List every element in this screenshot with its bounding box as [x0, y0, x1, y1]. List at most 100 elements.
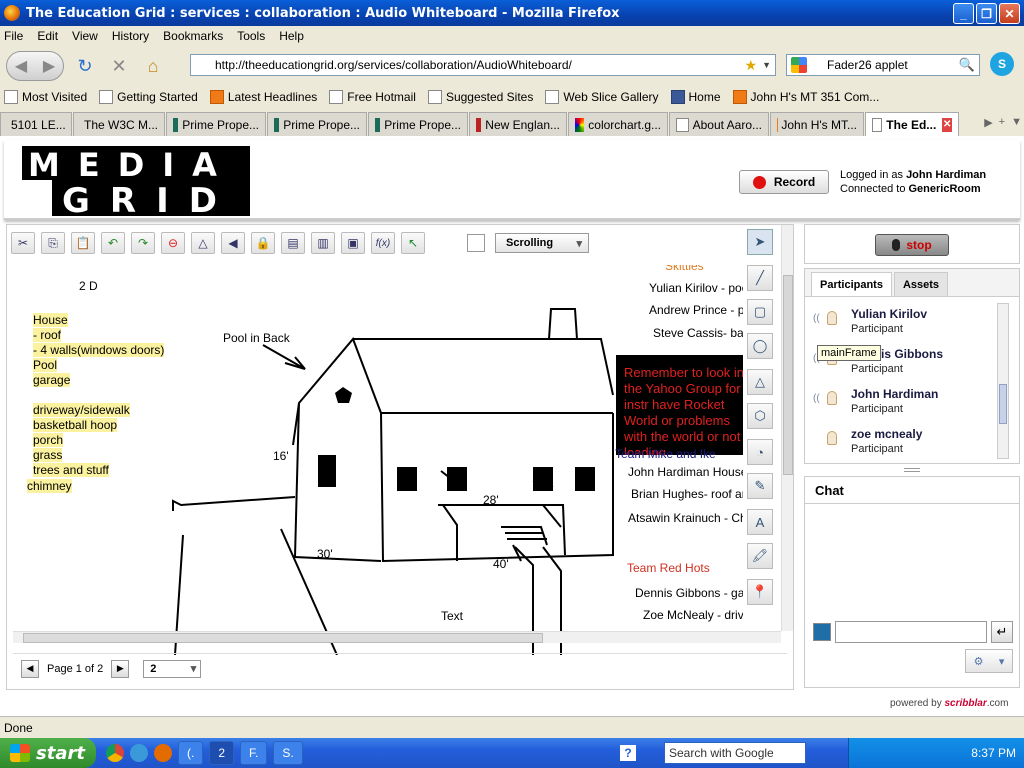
bookmark-home[interactable]: Home	[670, 90, 721, 104]
highlighter-tool-icon[interactable]: 🖍	[747, 543, 773, 569]
bookmark-web-slice[interactable]: Web Slice Gallery	[545, 90, 659, 104]
tab-mt-blog[interactable]: John H's MT...	[770, 112, 864, 136]
new-tab-icon[interactable]: +	[999, 116, 1005, 129]
scroll-mode-select[interactable]: Scrolling	[495, 233, 589, 253]
ellipse-tool-icon[interactable]: ◯	[747, 333, 773, 359]
previous-page-icon[interactable]: ◀	[21, 659, 39, 678]
pencil-tool-icon[interactable]: ✎	[747, 473, 773, 499]
tab-prime-1[interactable]: Prime Prope...	[166, 112, 266, 136]
tab-prime-2[interactable]: Prime Prope...	[267, 112, 367, 136]
forward-arrow-icon[interactable]: ▶	[43, 56, 55, 76]
redo-icon[interactable]: ↷	[131, 232, 155, 254]
search-input[interactable]: Fader26 applet	[827, 58, 908, 72]
search-box[interactable]: Fader26 applet 🔍	[786, 54, 980, 76]
rectangle-tool-icon[interactable]: ▢	[747, 299, 773, 325]
whiteboard-vertical-scrollbar[interactable]	[781, 225, 793, 631]
tab-new-england[interactable]: New Englan...	[469, 112, 567, 136]
arc-tool-icon[interactable]: ◔	[747, 439, 773, 465]
participants-scrollbar[interactable]	[997, 303, 1009, 459]
tab-list-icon[interactable]: ▼	[1011, 116, 1022, 129]
taskbar-item[interactable]: S.	[273, 741, 303, 765]
tab-education-grid[interactable]: The Ed... ✕	[865, 112, 959, 136]
ie-icon[interactable]	[130, 744, 148, 762]
menu-file[interactable]: File	[4, 29, 23, 43]
import-icon[interactable]: ▤	[281, 232, 305, 254]
next-page-icon[interactable]: ▶	[111, 659, 130, 678]
search-icon[interactable]: 🔍	[959, 57, 975, 73]
google-search-box[interactable]: Search with Google	[664, 742, 806, 764]
menu-history[interactable]: History	[112, 29, 149, 43]
taskbar-item[interactable]: (.	[178, 741, 204, 765]
participant-item[interactable]: (( Yulian Kirilov Participant	[811, 305, 997, 345]
bookmark-getting-started[interactable]: Getting Started	[99, 90, 198, 104]
tab-prime-3[interactable]: Prime Prope...	[368, 112, 468, 136]
triangle-tool-icon[interactable]: △	[747, 369, 773, 395]
close-window-button[interactable]: ✕	[999, 3, 1020, 24]
send-enter-icon[interactable]: ↵	[991, 621, 1013, 643]
bookmark-most-visited[interactable]: Most Visited	[4, 90, 87, 104]
minimize-button[interactable]: _	[953, 3, 974, 24]
help-icon[interactable]: ?	[620, 745, 636, 761]
tab-5101[interactable]: 5101 LE...	[0, 112, 72, 136]
pointer-arrow-icon[interactable]: ↖	[401, 232, 425, 254]
close-tab-icon[interactable]: ✕	[942, 117, 952, 132]
send-back-icon[interactable]: ◀	[221, 232, 245, 254]
delete-icon[interactable]: ⊖	[161, 232, 185, 254]
scroll-thumb[interactable]	[999, 384, 1007, 424]
bookmark-suggested-sites[interactable]: Suggested Sites	[427, 90, 533, 104]
participant-item[interactable]: (( John Hardiman Participant	[811, 385, 997, 425]
bookmark-free-hotmail[interactable]: Free Hotmail	[329, 90, 416, 104]
bookmark-star-icon[interactable]: ★	[744, 57, 757, 74]
line-tool-icon[interactable]: ╱	[747, 265, 773, 291]
menu-bookmarks[interactable]: Bookmarks	[163, 29, 223, 43]
tab-about-aaro[interactable]: About Aaro...	[669, 112, 769, 136]
participant-item[interactable]: zoe mcnealy Participant	[811, 425, 997, 457]
whiteboard-canvas[interactable]: 2 D House - roof - 4 walls(windows doors…	[13, 265, 743, 655]
export-icon[interactable]: ▥	[311, 232, 335, 254]
stop-audio-button[interactable]: stop	[875, 234, 949, 256]
lock-icon[interactable]: 🔒	[251, 232, 275, 254]
taskbar-item-firefox[interactable]: 2	[209, 741, 235, 765]
skype-icon[interactable]: S	[990, 52, 1014, 76]
scroll-thumb[interactable]	[23, 633, 543, 643]
taskbar-item[interactable]: F.	[240, 741, 268, 765]
screenshot-icon[interactable]: ▣	[341, 232, 365, 254]
record-button[interactable]: Record	[739, 170, 829, 194]
bookmark-latest-headlines[interactable]: Latest Headlines	[209, 90, 317, 104]
undo-icon[interactable]: ↶	[101, 232, 125, 254]
start-button[interactable]: start	[0, 738, 96, 768]
tab-w3c[interactable]: The W3C M...	[73, 112, 165, 136]
stop-icon[interactable]: ✕	[106, 53, 132, 79]
bookmark-mt351[interactable]: John H's MT 351 Com...	[732, 90, 879, 104]
menu-help[interactable]: Help	[279, 29, 304, 43]
chat-settings-button[interactable]: ⚙ ▾	[965, 649, 1013, 673]
tab-assets[interactable]: Assets	[893, 272, 949, 296]
chat-color-picker[interactable]	[813, 623, 831, 641]
reload-icon[interactable]: ↻	[72, 53, 98, 79]
page-select[interactable]: 2	[143, 659, 202, 678]
select-tool-icon[interactable]: ➤	[747, 229, 773, 255]
restore-button[interactable]: ❐	[976, 3, 997, 24]
menu-edit[interactable]: Edit	[37, 29, 58, 43]
powered-by[interactable]: powered by scribblar.com	[890, 698, 1008, 709]
menu-view[interactable]: View	[72, 29, 98, 43]
cut-icon[interactable]: ✂	[11, 232, 35, 254]
menu-tools[interactable]: Tools	[237, 29, 265, 43]
tab-participants[interactable]: Participants	[811, 272, 892, 296]
address-bar[interactable]: http://theeducationgrid.org/services/col…	[190, 54, 776, 76]
tab-colorchart[interactable]: colorchart.g...	[568, 112, 668, 136]
copy-icon[interactable]: ⎘	[41, 232, 65, 254]
formula-icon[interactable]: f(x)	[371, 232, 395, 254]
back-arrow-icon[interactable]: ◀	[15, 56, 27, 76]
stamp-tool-icon[interactable]: 📍	[747, 579, 773, 605]
chat-input[interactable]	[835, 621, 987, 643]
home-icon[interactable]: ⌂	[140, 53, 166, 79]
panel-resize-grip[interactable]	[904, 468, 920, 472]
flip-icon[interactable]: △	[191, 232, 215, 254]
chrome-icon[interactable]	[106, 744, 124, 762]
scroll-thumb[interactable]	[783, 275, 793, 475]
color-picker[interactable]	[467, 234, 485, 252]
firefox-icon[interactable]	[154, 744, 172, 762]
tab-scroll-right-icon[interactable]: ▶	[984, 116, 992, 129]
url-dropdown-icon[interactable]: ▼	[762, 60, 771, 70]
